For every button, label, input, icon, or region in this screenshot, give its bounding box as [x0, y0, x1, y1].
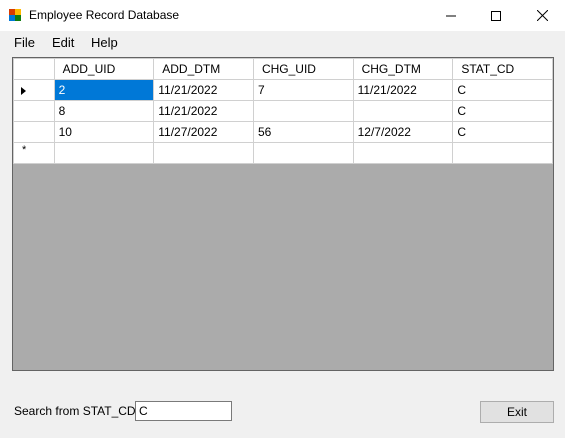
new-row-icon: * — [22, 144, 27, 156]
grid-cell[interactable]: 11/21/2022 — [153, 100, 254, 122]
data-grid[interactable]: ADD_UID ADD_DTM CHG_UID CHG_DTM STAT_CD … — [12, 57, 554, 371]
new-row[interactable]: * — [13, 142, 553, 164]
search-label: Search from STAT_CD: — [14, 404, 139, 418]
grid-cell[interactable]: C — [452, 100, 553, 122]
grid-cell[interactable]: C — [452, 121, 553, 143]
grid-cell[interactable] — [352, 100, 454, 122]
row-header[interactable] — [13, 100, 55, 122]
grid-cell[interactable]: C — [452, 79, 553, 101]
grid-cell[interactable] — [252, 100, 354, 122]
grid-cell[interactable] — [252, 142, 354, 164]
grid-cell[interactable]: 8 — [53, 100, 155, 122]
search-input[interactable] — [135, 401, 232, 421]
current-row-arrow-icon — [21, 87, 26, 95]
menu-edit[interactable]: Edit — [52, 35, 74, 50]
grid-cell[interactable] — [352, 142, 454, 164]
row-header[interactable] — [13, 79, 55, 101]
table-row[interactable]: 2 11/21/2022 7 11/21/2022 C — [13, 79, 553, 101]
close-button[interactable] — [519, 0, 565, 31]
grid-cell[interactable] — [153, 142, 254, 164]
column-header-stat-cd[interactable]: STAT_CD — [452, 58, 553, 80]
menu-help[interactable]: Help — [91, 35, 118, 50]
grid-cell[interactable]: 56 — [252, 121, 354, 143]
exit-button[interactable]: Exit — [480, 401, 554, 423]
app-icon — [9, 9, 21, 21]
column-header-add-uid[interactable]: ADD_UID — [53, 58, 155, 80]
corner-header[interactable] — [13, 58, 55, 80]
grid-cell[interactable]: 7 — [252, 79, 354, 101]
grid-cell[interactable]: 10 — [53, 121, 155, 143]
grid-cell[interactable]: 12/7/2022 — [352, 121, 454, 143]
close-icon — [536, 10, 548, 21]
column-header-row: ADD_UID ADD_DTM CHG_UID CHG_DTM STAT_CD — [13, 58, 553, 80]
title-bar: Employee Record Database — [0, 0, 565, 31]
column-header-chg-dtm[interactable]: CHG_DTM — [352, 58, 454, 80]
window-title: Employee Record Database — [29, 8, 180, 22]
grid-cell[interactable]: 11/21/2022 — [153, 79, 254, 101]
column-header-chg-uid[interactable]: CHG_UID — [252, 58, 354, 80]
row-header[interactable]: * — [13, 142, 55, 164]
grid-table: ADD_UID ADD_DTM CHG_UID CHG_DTM STAT_CD … — [13, 58, 553, 164]
menu-file[interactable]: File — [14, 35, 35, 50]
maximize-icon — [491, 10, 501, 21]
table-row[interactable]: 10 11/27/2022 56 12/7/2022 C — [13, 121, 553, 143]
grid-cell[interactable]: 11/27/2022 — [153, 121, 254, 143]
table-row[interactable]: 8 11/21/2022 C — [13, 100, 553, 122]
grid-cell[interactable]: 11/21/2022 — [352, 79, 454, 101]
row-header[interactable] — [13, 121, 55, 143]
grid-cell[interactable] — [53, 142, 155, 164]
menu-bar: File Edit Help — [0, 31, 565, 53]
column-header-add-dtm[interactable]: ADD_DTM — [153, 58, 254, 80]
minimize-icon — [446, 15, 456, 16]
grid-cell[interactable]: 2 — [53, 79, 155, 101]
minimize-button[interactable] — [428, 0, 474, 31]
maximize-button[interactable] — [473, 0, 519, 31]
grid-cell[interactable] — [452, 142, 553, 164]
